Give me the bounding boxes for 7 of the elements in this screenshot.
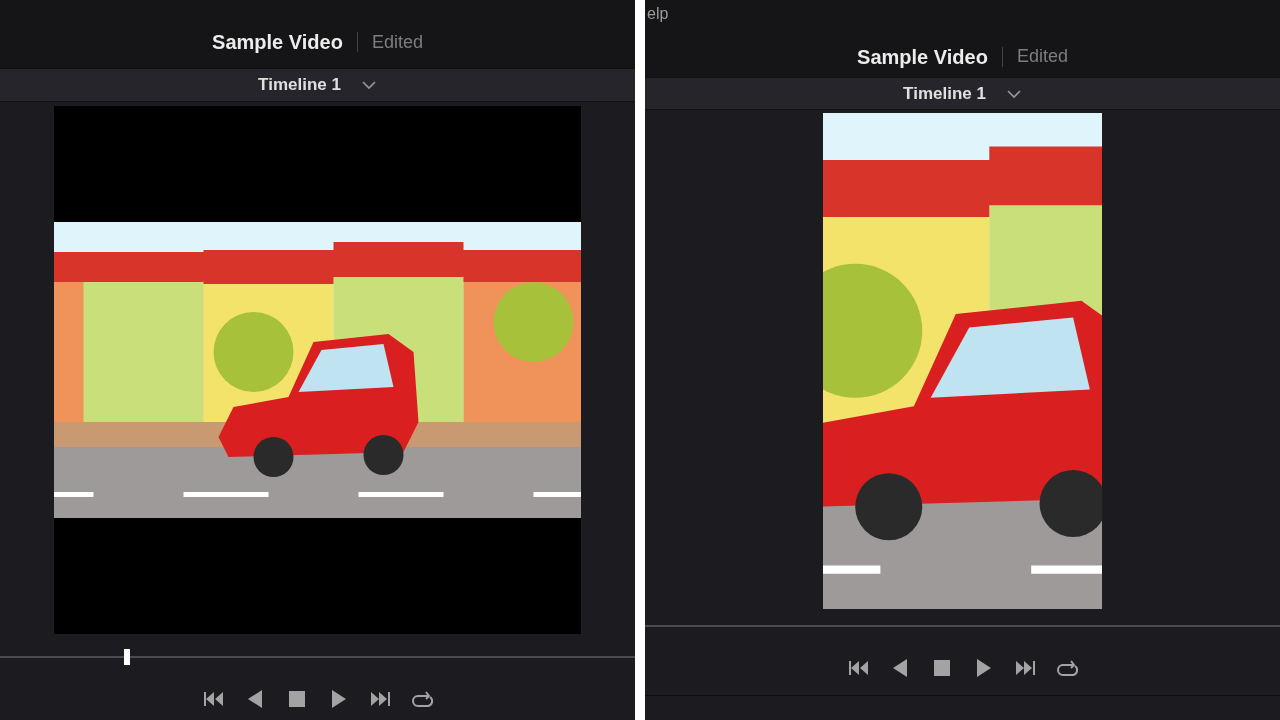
timeline-name: Timeline 1 [903, 82, 986, 105]
menu-item[interactable]: elp [647, 2, 669, 26]
timeline-name: Timeline 1 [258, 74, 341, 97]
edit-status: Edited [371, 30, 423, 54]
project-title: Sample Video [212, 30, 343, 55]
project-title: Sample Video [857, 44, 988, 70]
edit-status: Edited [1016, 45, 1068, 68]
